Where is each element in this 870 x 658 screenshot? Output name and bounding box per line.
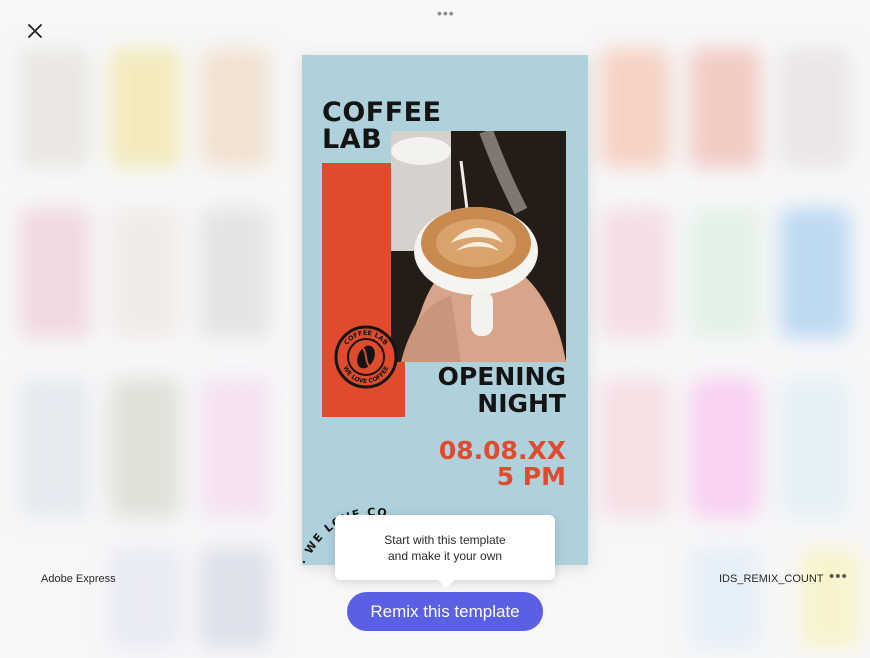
- close-button[interactable]: [24, 20, 46, 42]
- poster-headline-line1: OPENING: [437, 362, 566, 391]
- poster-headline-line2: NIGHT: [477, 389, 566, 418]
- poster-date: 08.08.XX 5 PM: [439, 438, 566, 490]
- tooltip-caret: [438, 580, 454, 588]
- more-options-button[interactable]: •••: [829, 569, 848, 584]
- tooltip-line1: Start with this template: [384, 532, 506, 547]
- poster-headline: OPENING NIGHT: [438, 363, 566, 417]
- remix-template-button[interactable]: Remix this template: [347, 592, 543, 631]
- poster-brand-line1: COFFEE: [322, 97, 442, 128]
- remix-count-label: IDS_REMIX_COUNT: [719, 573, 824, 585]
- tooltip-line2: and make it your own: [387, 548, 503, 563]
- remix-tooltip: Start with this template and make it you…: [335, 515, 555, 588]
- app-name-label: Adobe Express: [41, 573, 116, 585]
- drag-handle[interactable]: •••: [437, 6, 455, 20]
- poster-date-line1: 08.08.XX: [438, 436, 566, 465]
- close-icon: [28, 24, 42, 38]
- latte-illustration: [391, 131, 566, 362]
- template-preview[interactable]: COFFEE LAB COFFEE LAB WE LOVE COFFEE OPE…: [302, 55, 588, 565]
- coffee-photo: [391, 131, 566, 362]
- coffee-lab-badge-icon: COFFEE LAB WE LOVE COFFEE: [334, 325, 398, 389]
- poster-time: 5 PM: [496, 462, 566, 491]
